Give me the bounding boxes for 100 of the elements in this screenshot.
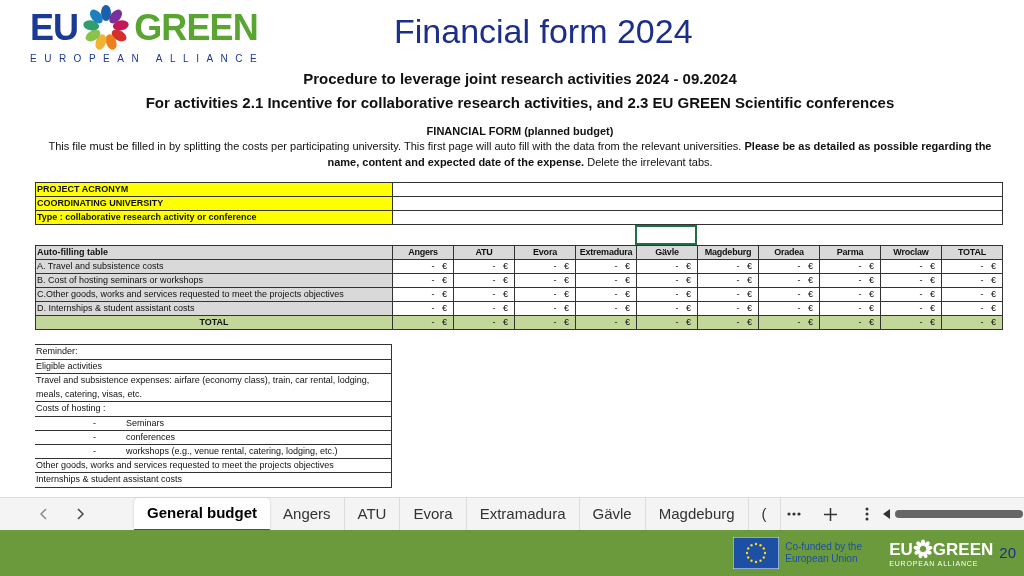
table-cell: - € bbox=[759, 274, 820, 287]
column-header: Magdeburg bbox=[698, 246, 759, 259]
table-cell: - € bbox=[454, 288, 515, 301]
column-header: Oradea bbox=[759, 246, 820, 259]
scrollbar[interactable] bbox=[882, 508, 1023, 520]
column-header: TOTAL bbox=[942, 246, 1003, 259]
logo-text: EU bbox=[30, 10, 79, 46]
flower-icon bbox=[912, 539, 933, 559]
bullet-text: - bbox=[93, 444, 97, 458]
table-cell: - € bbox=[637, 288, 698, 301]
table-cell: - € bbox=[393, 316, 454, 329]
options-icon[interactable] bbox=[864, 507, 869, 521]
table-cell: - € bbox=[881, 302, 942, 315]
sheet-tab[interactable]: General budget bbox=[134, 497, 271, 531]
column-header: Wroclaw bbox=[881, 246, 942, 259]
table-cell: - € bbox=[820, 316, 881, 329]
cofunded-text: Co-funded by the European Union bbox=[785, 541, 863, 565]
table-cell: - € bbox=[515, 274, 576, 287]
table-cell: - € bbox=[942, 316, 1003, 329]
table-cell: conferences bbox=[126, 430, 176, 444]
table-cell: - € bbox=[881, 260, 942, 273]
table-cell: - € bbox=[393, 288, 454, 301]
table-cell: - € bbox=[698, 316, 759, 329]
table-cell: - € bbox=[454, 302, 515, 315]
table-cell: - € bbox=[942, 288, 1003, 301]
table-cell: - € bbox=[515, 288, 576, 301]
table-cell: - € bbox=[637, 316, 698, 329]
table-cell: - € bbox=[454, 274, 515, 287]
form-title: FINANCIAL FORM (planned budget) bbox=[425, 124, 615, 138]
table-cell: C.Other goods, works and services requested to meet the projects objectives bbox=[36, 288, 393, 301]
table-cell: - € bbox=[881, 288, 942, 301]
table-cell: - € bbox=[515, 316, 576, 329]
table-cell: - € bbox=[576, 302, 637, 315]
table-cell: Other goods, works and services requested to meet the projects objectives bbox=[35, 458, 392, 473]
selected-cell[interactable] bbox=[635, 225, 697, 245]
table-cell: Reminder: bbox=[35, 345, 392, 360]
table-cell: A. Travel and subsistence costs bbox=[36, 260, 393, 273]
table-cell: - € bbox=[576, 288, 637, 301]
column-header: Auto-filling table bbox=[36, 246, 393, 259]
table-cell: - € bbox=[820, 302, 881, 315]
intro-text: This file must be filled in by splitting the costs per participating university. This first page will auto fill with the data from the relevant universities. Please be as detailed as possible regarding the name, content and expected date of the expense. Delete the irrelevant tabs. bbox=[47, 139, 993, 170]
flower-icon bbox=[82, 4, 131, 52]
column-header: Extremadura bbox=[576, 246, 637, 259]
table-cell: - € bbox=[942, 274, 1003, 287]
column-header: Gävle bbox=[637, 246, 698, 259]
page-number: 20 bbox=[999, 542, 1016, 563]
table-cell: - € bbox=[820, 260, 881, 273]
table-cell: - € bbox=[759, 316, 820, 329]
table-cell: - € bbox=[759, 288, 820, 301]
scroll-left-icon[interactable] bbox=[40, 508, 47, 520]
table-cell: - € bbox=[454, 316, 515, 329]
table-cell: Costs of hosting : bbox=[35, 402, 392, 417]
table-cell: - € bbox=[698, 302, 759, 315]
slide-title: Financial form 2024 bbox=[394, 11, 693, 52]
table-cell: - € bbox=[576, 260, 637, 273]
logo-tagline: EUROPEAN ALLIANCE bbox=[30, 54, 265, 64]
table-cell: Type : collaborative research activity or conference bbox=[36, 211, 393, 224]
column-header: Evora bbox=[515, 246, 576, 259]
table-cell: - € bbox=[698, 274, 759, 287]
column-header: Parma bbox=[820, 246, 881, 259]
footer-logo-text: GREEN bbox=[932, 540, 994, 558]
table-cell: - € bbox=[698, 260, 759, 273]
footer-logo-text: EU bbox=[889, 540, 913, 558]
table-cell: - € bbox=[881, 274, 942, 287]
table-cell: Travel and subsistence expenses: airfare (economy class), train, car rental, lodging, meals, catering, visas, etc. bbox=[35, 374, 392, 402]
table-cell: - € bbox=[759, 260, 820, 273]
table-cell: - € bbox=[637, 302, 698, 315]
table-cell: - € bbox=[576, 316, 637, 329]
logo-text: GREEN bbox=[134, 10, 258, 46]
more-icon[interactable] bbox=[786, 512, 801, 516]
table-cell: - € bbox=[942, 302, 1003, 315]
table-cell: Seminars bbox=[126, 416, 164, 430]
column-header: Angers bbox=[393, 246, 454, 259]
bullet-text: - bbox=[93, 430, 97, 444]
add-icon[interactable] bbox=[823, 507, 837, 521]
table-cell: - € bbox=[515, 302, 576, 315]
table-cell: - € bbox=[637, 274, 698, 287]
table-cell: - € bbox=[393, 302, 454, 315]
table-cell: - € bbox=[454, 260, 515, 273]
table-cell: - € bbox=[698, 288, 759, 301]
bullet-text: - bbox=[93, 416, 97, 430]
sheet-heading: For activities 2.1 Incentive for collaborative research activities, and 2.3 EU GREEN Scientific conferences bbox=[145, 93, 895, 113]
table-cell: - € bbox=[820, 288, 881, 301]
table-cell: D. Internships & student assistant costs bbox=[36, 302, 393, 315]
table-cell: B. Cost of hosting seminars or workshops bbox=[36, 274, 393, 287]
table-cell: TOTAL bbox=[36, 316, 393, 329]
table-cell: - € bbox=[637, 260, 698, 273]
table-cell: - € bbox=[820, 274, 881, 287]
table-cell: - € bbox=[881, 316, 942, 329]
table-cell: Internships & student assistant costs bbox=[35, 473, 392, 488]
scroll-right-icon[interactable] bbox=[77, 508, 84, 520]
table-cell: - € bbox=[393, 260, 454, 273]
table-cell: workshops (e.g., venue rental, catering, lodging, etc.) bbox=[126, 444, 338, 458]
eu-flag-icon bbox=[733, 537, 780, 569]
table-cell: - € bbox=[942, 260, 1003, 273]
column-header: ATU bbox=[454, 246, 515, 259]
table-cell: - € bbox=[759, 302, 820, 315]
sheet-heading: Procedure to leverage joint research activities 2024 - 09.2024 bbox=[303, 69, 737, 89]
table-cell: - € bbox=[515, 260, 576, 273]
table-cell: - € bbox=[393, 274, 454, 287]
